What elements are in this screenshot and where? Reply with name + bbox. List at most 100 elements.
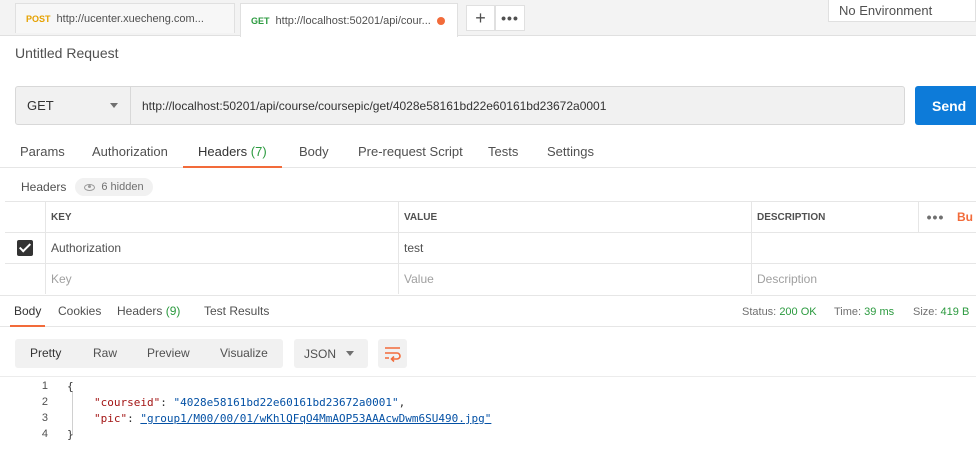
time-value: 39 ms	[864, 306, 895, 318]
status-readout: Status: 200 OK	[742, 306, 817, 318]
json-sep: :	[160, 396, 174, 409]
tab-label: Body	[14, 304, 42, 318]
line-number: 3	[41, 412, 48, 424]
tab-count: (7)	[250, 144, 267, 159]
size-readout: Size: 419 B	[913, 306, 969, 318]
active-tab-indicator	[10, 325, 45, 327]
request-tabs: Params Authorization Headers (7) Body Pr…	[0, 137, 976, 168]
value-cell[interactable]: test	[398, 233, 751, 263]
request-tab-get[interactable]: GET http://localhost:50201/api/cour...	[240, 3, 458, 37]
tab-url: http://ucenter.xuecheng.com...	[56, 12, 204, 25]
hidden-headers-toggle[interactable]: 6 hidden	[75, 178, 153, 196]
tab-authorization[interactable]: Authorization	[92, 144, 168, 159]
brace: }	[67, 428, 74, 441]
response-tab-body[interactable]: Body	[14, 304, 41, 318]
wrap-icon	[385, 347, 401, 363]
row-checkbox[interactable]	[5, 233, 45, 263]
brace: {	[67, 380, 74, 393]
tab-headers[interactable]: Headers (7)	[198, 144, 267, 159]
view-mode-group: Pretty Raw Preview Visualize	[15, 339, 283, 368]
tab-label: Settings	[547, 144, 594, 159]
tab-params[interactable]: Params	[20, 144, 65, 159]
response-tab-cookies[interactable]: Cookies	[58, 304, 101, 318]
tab-count: (9)	[165, 304, 181, 318]
size-value: 419 B	[940, 306, 970, 318]
tab-tests[interactable]: Tests	[488, 144, 518, 159]
view-preview-button[interactable]: Preview	[147, 346, 190, 360]
column-value: VALUE	[398, 202, 751, 232]
json-sep: :	[127, 412, 141, 425]
description-cell[interactable]	[751, 233, 976, 263]
key-cell[interactable]: Authorization	[45, 233, 398, 263]
method-value: GET	[27, 98, 54, 113]
description-input[interactable]: Description	[751, 264, 976, 294]
code-line: "pic": "group1/M00/00/01/wKhlQFqO4MmAOP5…	[94, 412, 491, 425]
column-description: DESCRIPTION	[751, 202, 918, 232]
tab-method: GET	[251, 15, 270, 26]
code-line: }	[67, 428, 74, 441]
send-button[interactable]: Send	[915, 86, 976, 125]
status-label: Status:	[742, 306, 777, 318]
line-number: 1	[41, 380, 48, 392]
line-number: 4	[41, 428, 48, 440]
response-tab-test-results[interactable]: Test Results	[204, 304, 269, 318]
request-title[interactable]: Untitled Request	[15, 45, 119, 61]
headers-label: Headers	[21, 180, 67, 194]
headers-section: Headers 6 hidden	[21, 178, 153, 196]
request-tab-post[interactable]: POST http://ucenter.xuecheng.com...	[15, 3, 235, 33]
chevron-down-icon	[110, 103, 118, 108]
tab-pre-request-script[interactable]: Pre-request Script	[358, 144, 463, 159]
tab-method: POST	[26, 13, 51, 24]
eye-icon	[84, 183, 96, 191]
view-raw-button[interactable]: Raw	[93, 346, 117, 360]
response-body-viewer[interactable]: 1 { 2 "courseid": "4028e58161bd22e60161b…	[0, 376, 976, 464]
method-select[interactable]: GET	[15, 86, 131, 125]
active-tab-indicator	[183, 166, 282, 168]
key-input[interactable]: Key	[45, 264, 398, 294]
url-input[interactable]: http://localhost:50201/api/course/course…	[131, 86, 905, 125]
time-label: Time:	[834, 306, 862, 318]
json-link-value[interactable]: "group1/M00/00/01/wKhlQFqO4MmAOP53AAAcwD…	[140, 412, 491, 425]
table-row-empty: Key Value Description	[5, 263, 976, 294]
request-tab-bar: POST http://ucenter.xuecheng.com... GET …	[0, 0, 976, 37]
column-key: KEY	[45, 202, 398, 232]
tab-label: Tests	[488, 144, 519, 159]
tab-label: Headers	[198, 144, 248, 159]
table-header-row: KEY VALUE DESCRIPTION ••• Bu	[5, 201, 976, 232]
tab-label: Authorization	[92, 144, 168, 159]
plus-icon[interactable]: +	[466, 5, 495, 31]
checkbox-checked-icon	[17, 240, 33, 256]
response-tab-headers[interactable]: Headers (9)	[117, 304, 180, 318]
tab-label: Headers	[117, 304, 163, 318]
tab-label: Cookies	[58, 304, 102, 318]
value-input[interactable]: Value	[398, 264, 751, 294]
status-value: 200 OK	[779, 306, 817, 318]
environment-select[interactable]: No Environment	[828, 0, 976, 22]
size-label: Size:	[913, 306, 938, 318]
chevron-down-icon	[346, 351, 354, 356]
table-row: Authorization test	[5, 232, 976, 263]
tab-label: Params	[20, 144, 65, 159]
tab-label: Body	[299, 144, 329, 159]
format-select[interactable]: JSON	[294, 339, 368, 368]
hidden-count: 6 hidden	[101, 181, 144, 193]
json-comma: ,	[398, 396, 406, 409]
line-number: 2	[41, 396, 48, 408]
bulk-edit-link[interactable]: Bu	[952, 202, 976, 232]
more-icon[interactable]: •••	[495, 5, 525, 31]
response-tabs: Body Cookies Headers (9) Test Results St…	[0, 295, 976, 327]
tab-settings[interactable]: Settings	[547, 144, 594, 159]
view-visualize-button[interactable]: Visualize	[220, 346, 268, 360]
tab-url: http://localhost:50201/api/cour...	[275, 14, 431, 27]
more-icon[interactable]: •••	[918, 202, 952, 232]
view-pretty-button[interactable]: Pretty	[30, 346, 61, 360]
tab-body[interactable]: Body	[299, 144, 329, 159]
bulk-edit-label: Bu	[957, 210, 973, 224]
unsaved-dot-icon	[436, 16, 445, 25]
time-readout: Time: 39 ms	[834, 306, 894, 318]
tab-label: Pre-request Script	[358, 144, 463, 159]
json-key: "courseid"	[94, 396, 161, 409]
wrap-lines-button[interactable]	[378, 339, 407, 368]
code-line: {	[67, 380, 74, 393]
format-value: JSON	[304, 346, 337, 361]
